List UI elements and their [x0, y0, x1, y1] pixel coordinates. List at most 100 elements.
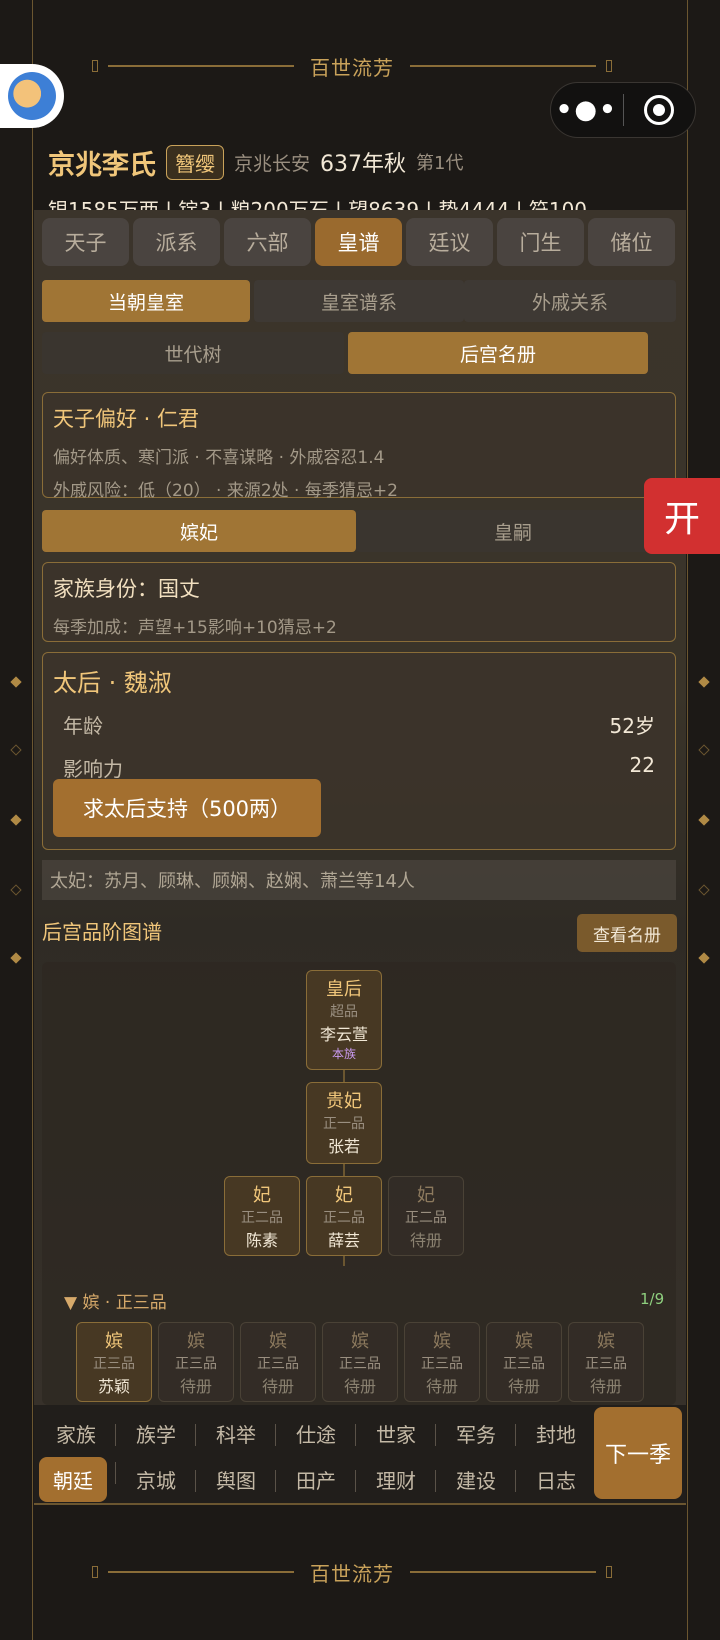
tab-paixi[interactable]: 派系 [133, 218, 220, 266]
diamond-icon [698, 676, 710, 688]
nav-family[interactable]: 家族 [36, 1419, 116, 1448]
node-name: 待册 [261, 1377, 294, 1396]
dowager-influence-row: 影响力 22 [63, 753, 655, 782]
bottom-nav: 家族 族学 科举 仕途 世家 军务 封地 朝廷 京城 舆图 田产 理财 建设 日… [34, 1405, 686, 1505]
influence-value: 22 [629, 753, 655, 777]
request-dowager-support-button[interactable]: 求太后支持（500两） [53, 779, 321, 837]
view-tabs: 世代树 后宫名册 [42, 332, 648, 374]
empress-node[interactable]: 皇后 超品 李云萱 本族 [306, 970, 382, 1070]
pin-node-vacant[interactable]: 嫔 正三品 待册 [404, 1322, 480, 1402]
tree-connector [343, 1164, 345, 1176]
pin-rank-header[interactable]: ▼ 嫔 · 正三品 [64, 1288, 167, 1313]
pin-node-vacant[interactable]: 嫔 正三品 待册 [240, 1322, 316, 1402]
tab-tingyi[interactable]: 廷议 [406, 218, 493, 266]
diamond-icon [698, 952, 710, 964]
user-avatar[interactable] [0, 64, 64, 128]
node-name: 待册 [343, 1377, 376, 1396]
node-title: 嫔 [433, 1331, 451, 1352]
diamond-icon [10, 744, 22, 756]
nav-build[interactable]: 建设 [436, 1465, 516, 1494]
influence-label: 影响力 [63, 757, 123, 781]
nav-estate[interactable]: 田产 [276, 1465, 356, 1494]
nav-fief[interactable]: 封地 [516, 1419, 596, 1448]
tab-mensheng[interactable]: 门生 [497, 218, 584, 266]
consort-node-vacant[interactable]: 妃 正二品 待册 [388, 1176, 464, 1256]
clan-badge: 簪缨 [166, 144, 224, 180]
tab-liubu[interactable]: 六部 [224, 218, 311, 266]
harem-chart-title: 后宫品阶图谱 [42, 920, 162, 944]
view-roster-button[interactable]: 查看名册 [577, 914, 677, 952]
next-season-button[interactable]: 下一季 [594, 1407, 682, 1499]
consort-node[interactable]: 妃 正二品 陈素 [224, 1176, 300, 1256]
tab-tianzi[interactable]: 天子 [42, 218, 129, 266]
nav-finance[interactable]: 理财 [356, 1465, 436, 1494]
node-name: 薛芸 [327, 1231, 360, 1250]
nav-map[interactable]: 舆图 [196, 1465, 276, 1494]
nav-career[interactable]: 仕途 [276, 1419, 356, 1448]
dowager-title: 太后 · 魏淑 [53, 669, 172, 697]
pin-node-vacant[interactable]: 嫔 正三品 待册 [322, 1322, 398, 1402]
node-name: 张若 [327, 1137, 360, 1156]
node-rank: 正三品 [175, 1356, 217, 1372]
nav-clan-school[interactable]: 族学 [116, 1419, 196, 1448]
tab-consorts[interactable]: 嫔妃 [42, 510, 356, 552]
node-title: 妃 [253, 1185, 271, 1206]
node-rank: 正二品 [241, 1210, 283, 1226]
pin-node-vacant[interactable]: 嫔 正三品 待册 [158, 1322, 234, 1402]
bottom-nav-row2: 朝廷 京城 舆图 田产 理财 建设 日志 [36, 1457, 596, 1502]
nav-exam[interactable]: 科举 [196, 1419, 276, 1448]
family-identity-card: 家族身份：国丈 每季加成：声望+15影响+10猜忌+2 [42, 562, 676, 642]
pin-node-vacant[interactable]: 嫔 正三品 待册 [568, 1322, 644, 1402]
nav-log[interactable]: 日志 [516, 1465, 596, 1494]
open-float-button[interactable]: 开 [644, 478, 720, 554]
more-menu-icon[interactable]: •●• [551, 95, 623, 125]
node-name: 待册 [179, 1377, 212, 1396]
top-decoration: 百世流芳 [92, 54, 612, 80]
node-title: 嫔 [597, 1331, 615, 1352]
harem-rank-tree: 皇后 超品 李云萱 本族 贵妃 正一品 张若 妃 正二品 陈素 妃 正二品 薛芸… [42, 962, 676, 1405]
node-rank: 正三品 [339, 1356, 381, 1372]
clan-location: 京兆长安 [234, 152, 311, 175]
node-name: 待册 [409, 1231, 442, 1250]
age-label: 年龄 [63, 714, 103, 738]
consort-tabs: 嫔妃 皇嗣 [42, 510, 670, 552]
clan-name: 京兆李氏 [48, 149, 156, 181]
generation: 第1代 [416, 153, 464, 174]
nav-capital[interactable]: 京城 [116, 1465, 196, 1494]
main-content: 天子 派系 六部 皇谱 廷议 门生 储位 当朝皇室 皇室谱系 外戚关系 世代树 … [34, 210, 686, 1405]
node-title: 贵妃 [326, 1091, 362, 1112]
tab-huangpu[interactable]: 皇谱 [315, 218, 402, 266]
preference-title: 天子偏好 · 仁君 [53, 407, 200, 431]
tab-chuwei[interactable]: 储位 [588, 218, 675, 266]
noble-consort-node[interactable]: 贵妃 正一品 张若 [306, 1082, 382, 1164]
node-name: 待册 [425, 1377, 458, 1396]
nav-clans[interactable]: 世家 [356, 1419, 436, 1448]
pin-node[interactable]: 嫔 正三品 苏颖 [76, 1322, 152, 1402]
pin-node-vacant[interactable]: 嫔 正三品 待册 [486, 1322, 562, 1402]
tree-connector [343, 1256, 345, 1266]
tab-heirs[interactable]: 皇嗣 [356, 510, 670, 552]
node-rank: 正二品 [405, 1210, 447, 1226]
consort-node[interactable]: 妃 正二品 薛芸 [306, 1176, 382, 1256]
nav-court[interactable]: 朝廷 [36, 1457, 116, 1502]
node-rank: 正三品 [421, 1356, 463, 1372]
tab-generation-tree[interactable]: 世代树 [42, 332, 344, 374]
close-miniprogram-button[interactable] [624, 95, 696, 125]
node-title: 嫔 [515, 1331, 533, 1352]
node-title: 嫔 [269, 1331, 287, 1352]
tab-consort-relations[interactable]: 外戚关系 [464, 280, 676, 322]
node-title: 嫔 [187, 1331, 205, 1352]
diamond-icon [10, 952, 22, 964]
bottom-nav-row1: 家族 族学 科举 仕途 世家 军务 封地 [36, 1419, 596, 1448]
sub-tabs: 当朝皇室 皇室谱系 外戚关系 [42, 280, 676, 322]
dowager-age-row: 年龄 52岁 [63, 710, 655, 739]
nav-military[interactable]: 军务 [436, 1419, 516, 1448]
tree-connector [343, 1070, 345, 1082]
tab-royal-lineage[interactable]: 皇室谱系 [254, 280, 464, 322]
node-title: 皇后 [326, 979, 362, 1000]
preference-line2: 外戚风险：低（20） · 来源2处 · 每季猜忌+2 [53, 481, 398, 501]
tab-harem-roster[interactable]: 后宫名册 [348, 332, 648, 374]
node-title: 妃 [335, 1185, 353, 1206]
tab-current-royals[interactable]: 当朝皇室 [42, 280, 250, 322]
node-rank: 正三品 [257, 1356, 299, 1372]
